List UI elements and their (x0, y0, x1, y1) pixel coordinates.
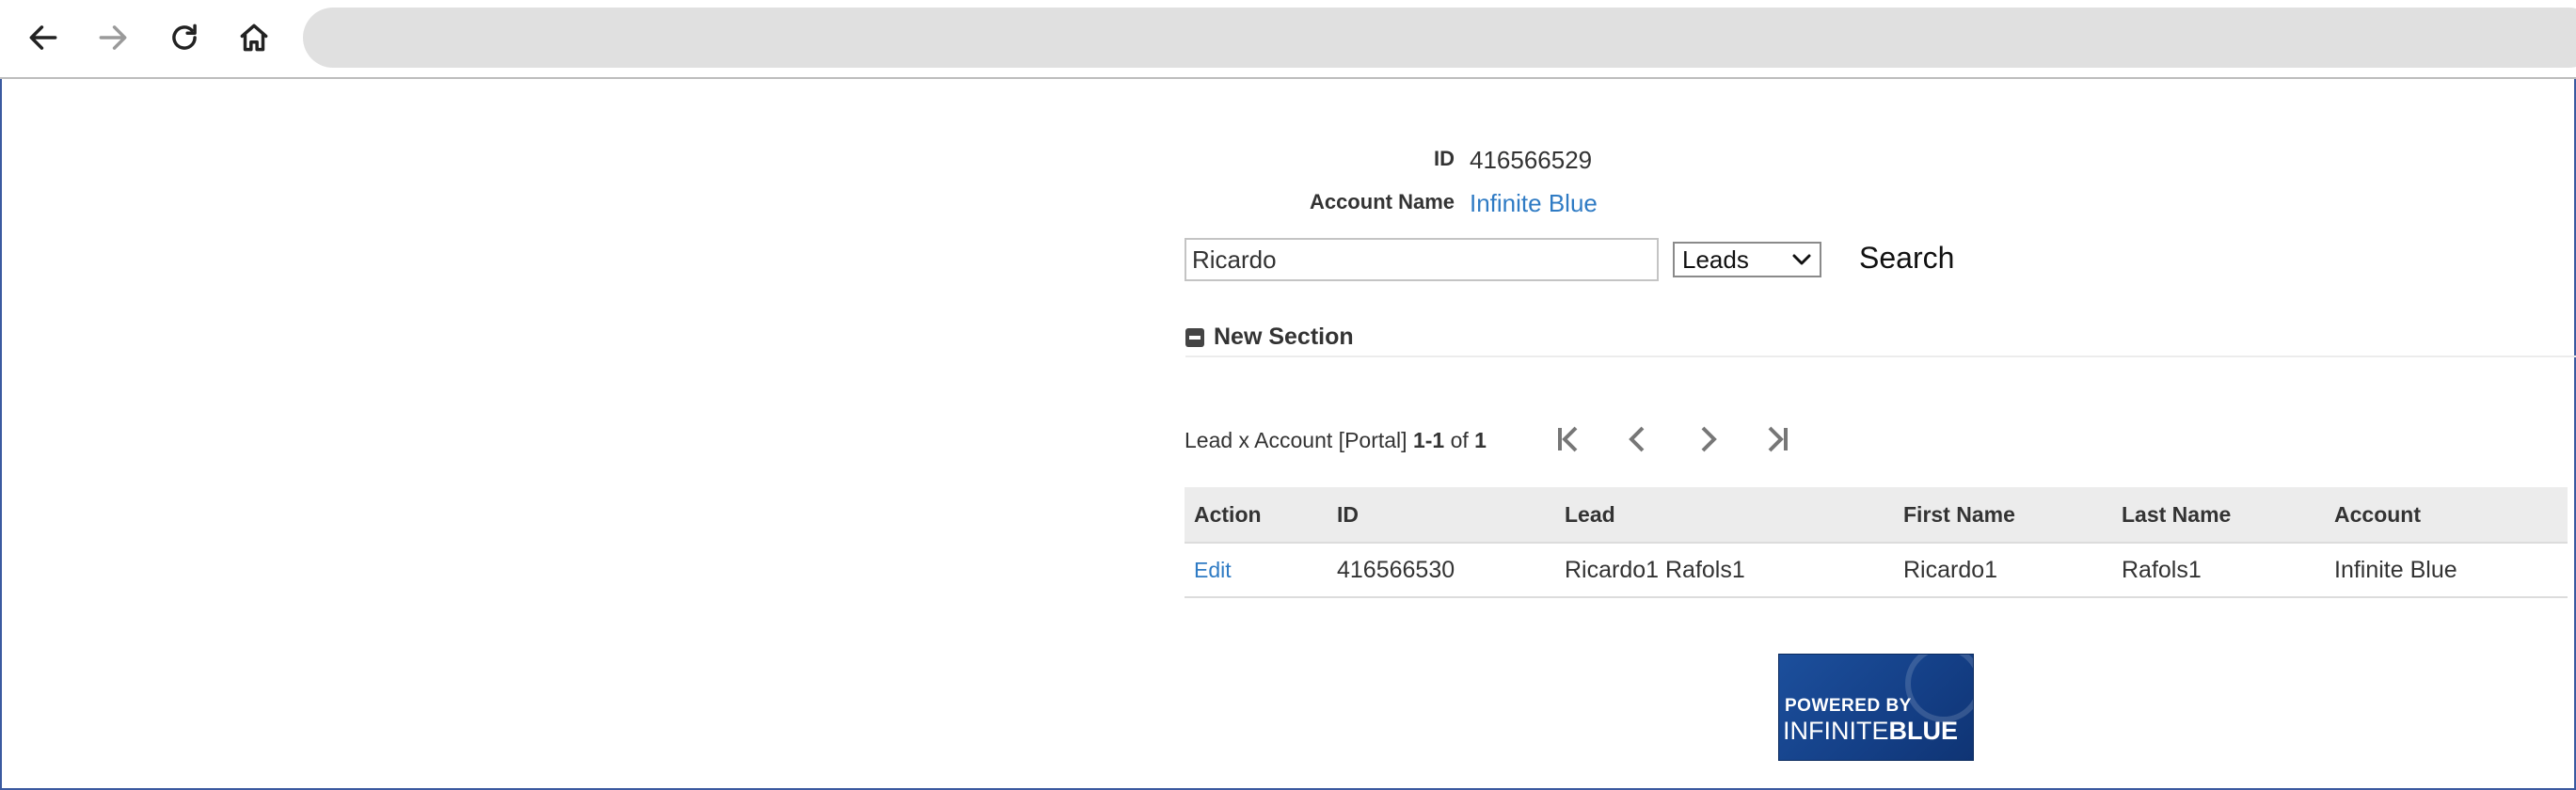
logo-swirl (1905, 655, 1973, 722)
logo-word-blue: BLUE (1888, 717, 1959, 745)
column-header-account[interactable]: Account (2325, 487, 2568, 544)
column-header-id[interactable]: ID (1328, 487, 1555, 544)
search-scope-value: Leads (1682, 245, 1749, 274)
column-header-last-name[interactable]: Last Name (2112, 487, 2325, 544)
logo-word-infinite: INFINITE (1783, 717, 1889, 745)
logo-line-1: POWERED BY (1785, 696, 1912, 716)
pager-of: of (1450, 428, 1469, 452)
first-page-icon[interactable] (1549, 419, 1586, 459)
forward-arrow-icon[interactable] (88, 13, 137, 62)
browser-toolbar (0, 0, 2576, 79)
search-input[interactable] (1185, 238, 1659, 281)
collapse-icon[interactable] (1185, 327, 1204, 347)
pager-summary: Lead x Account [Portal] 1-1 of 1 (1185, 428, 1487, 453)
home-icon[interactable] (230, 13, 278, 62)
first-name-cell: Ricardo1 (1894, 543, 2112, 598)
back-arrow-icon[interactable] (19, 13, 68, 62)
logo-line-2: INFINITEBLUE (1783, 717, 1958, 746)
lead-cell: Ricardo1 Rafols1 (1555, 543, 1894, 598)
account-name-link[interactable]: Infinite Blue (1470, 189, 1598, 218)
id-value: 416566529 (1470, 146, 1593, 174)
last-name-cell: Rafols1 (2112, 543, 2325, 598)
search-button[interactable]: Search (1859, 241, 1954, 276)
pager-prefix: Lead x Account [Portal] (1185, 428, 1407, 452)
id-cell: 416566530 (1328, 543, 1555, 598)
section-divider (1185, 356, 2576, 357)
edit-link[interactable]: Edit (1194, 558, 1232, 582)
powered-by-infinite-blue-logo[interactable]: POWERED BY INFINITEBLUE (1778, 654, 1974, 761)
window-frame (0, 0, 2576, 790)
next-page-icon[interactable] (1690, 419, 1727, 459)
column-header-lead[interactable]: Lead (1555, 487, 1894, 544)
section-header[interactable]: New Section (1185, 324, 1354, 351)
search-scope-select[interactable]: Leads (1673, 242, 1821, 277)
action-cell: Edit (1185, 543, 1328, 598)
table-row: Edit 416566530 Ricardo1 Rafols1 Ricardo1… (1185, 543, 2568, 598)
last-page-icon[interactable] (1759, 419, 1797, 459)
account-cell: Infinite Blue (2325, 543, 2568, 598)
address-bar[interactable] (303, 8, 2576, 68)
column-header-first-name[interactable]: First Name (1894, 487, 2112, 544)
previous-page-icon[interactable] (1618, 419, 1656, 459)
section-title: New Section (1214, 324, 1354, 350)
pager-total: 1 (1474, 428, 1487, 452)
table-header-row: Action ID Lead First Name Last Name Acco… (1185, 487, 2568, 544)
reload-icon[interactable] (160, 13, 209, 62)
pager-range: 1-1 (1412, 428, 1445, 452)
account-name-label: Account Name (1309, 190, 1455, 213)
id-label: ID (1434, 147, 1455, 170)
column-header-action[interactable]: Action (1185, 487, 1328, 544)
results-table: Action ID Lead First Name Last Name Acco… (1185, 487, 2568, 598)
chevron-down-icon (1791, 253, 1812, 266)
